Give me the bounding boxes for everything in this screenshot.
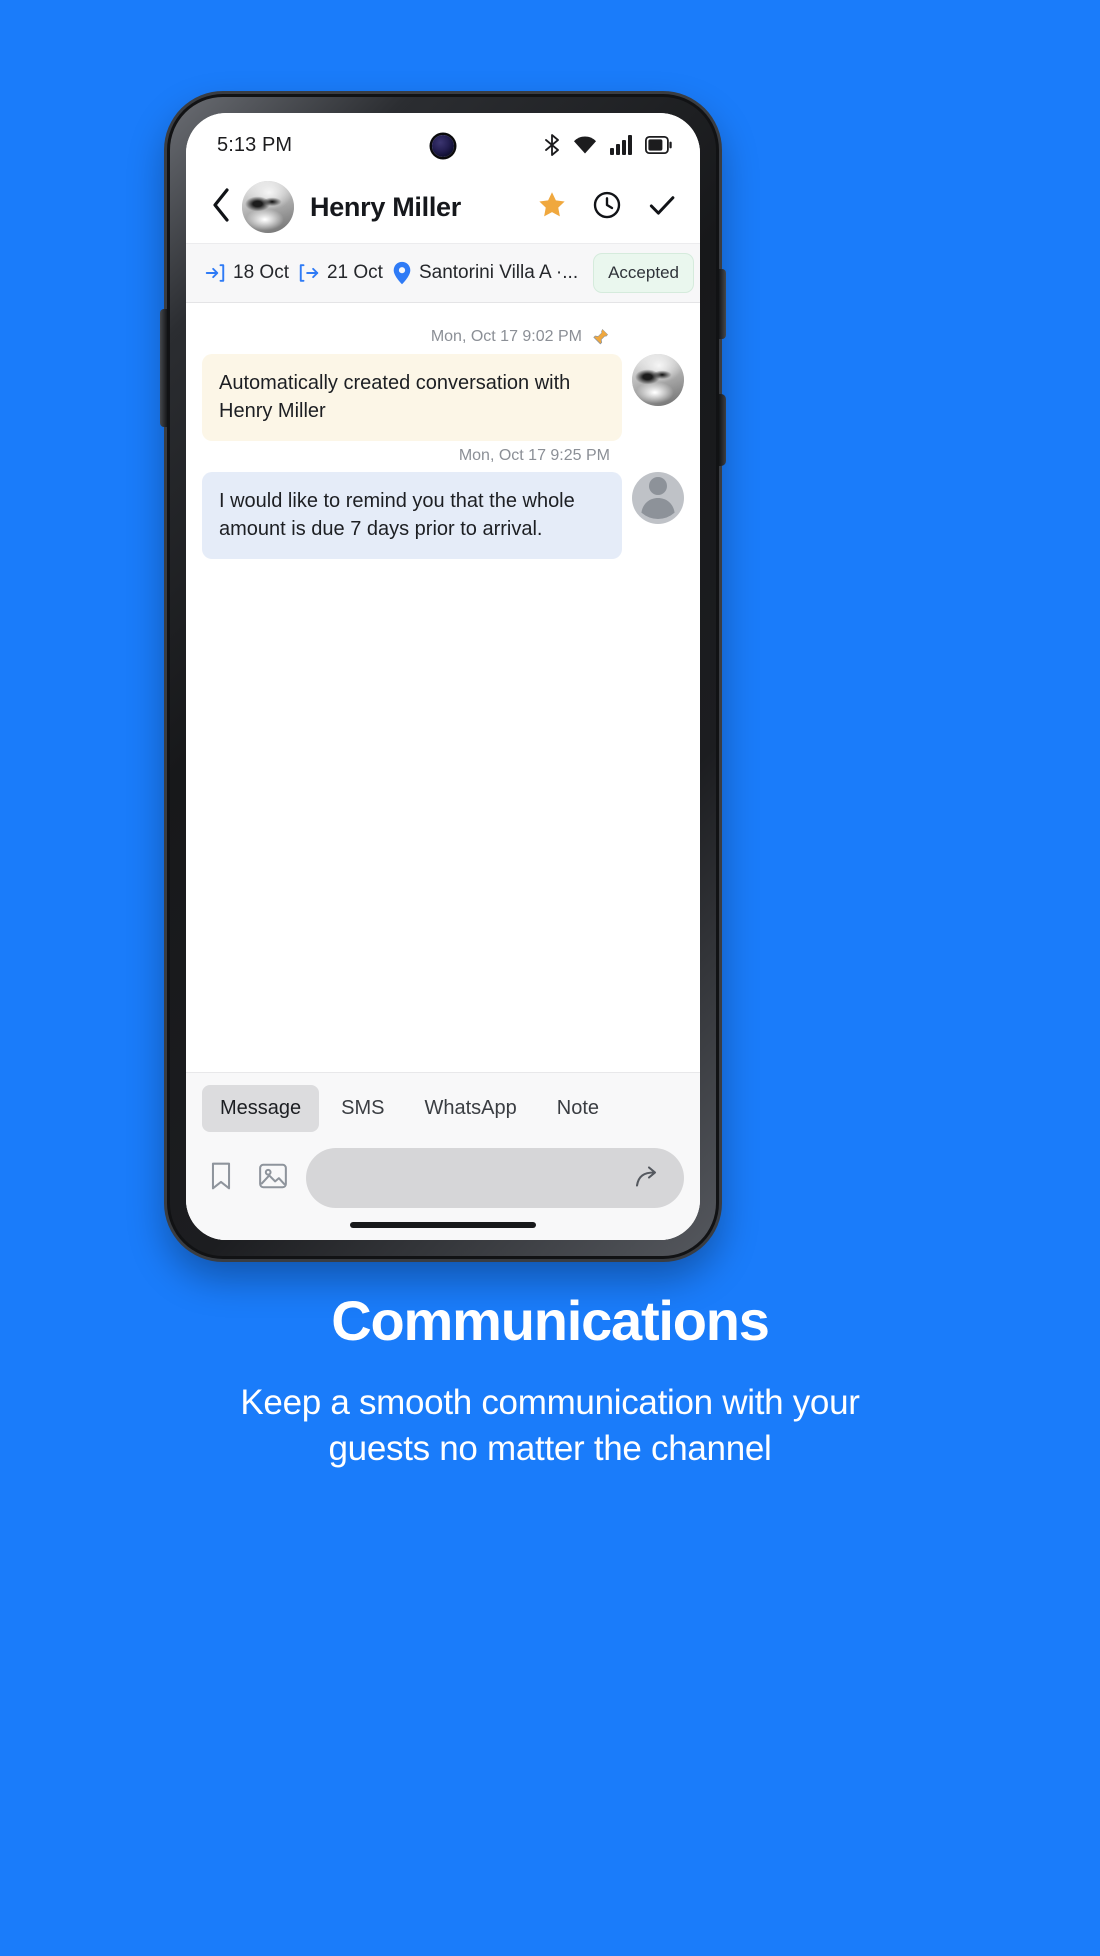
power-button[interactable] xyxy=(719,269,726,339)
message-input[interactable] xyxy=(306,1148,684,1208)
status-time: 5:13 PM xyxy=(217,133,293,156)
avatar[interactable] xyxy=(242,181,294,233)
message-bubble[interactable]: Automatically created conversation with … xyxy=(202,354,622,441)
chevron-left-icon xyxy=(211,187,231,227)
home-indicator[interactable] xyxy=(350,1222,536,1228)
tab-note[interactable]: Note xyxy=(539,1085,617,1132)
app-header: Henry Miller xyxy=(186,171,700,243)
message-row: Automatically created conversation with … xyxy=(202,354,684,441)
message-timestamp: Mon, Oct 17 9:25 PM xyxy=(458,446,610,464)
map-pin-icon xyxy=(392,261,412,285)
marketing-subtitle: Keep a smooth communication with your gu… xyxy=(240,1382,860,1468)
front-camera-punch-hole xyxy=(432,135,454,157)
phone-frame: 5:13 PM Henry Miller 18 Oct 21 Oct Santo… xyxy=(160,94,726,1259)
composer: Message SMS WhatsApp Note xyxy=(186,1072,700,1240)
mark-done-button[interactable] xyxy=(646,191,678,223)
message-avatar[interactable] xyxy=(632,354,684,406)
message-item: Mon, Oct 17 9:25 PM I would like to remi… xyxy=(202,447,684,559)
status-bar: 5:13 PM xyxy=(186,113,700,171)
tab-message[interactable]: Message xyxy=(202,1085,320,1132)
attach-image-button[interactable] xyxy=(254,1159,292,1197)
arrow-into-bracket-icon xyxy=(204,262,226,284)
send-arrow-icon[interactable] xyxy=(634,1165,664,1191)
clock-icon xyxy=(592,190,622,225)
history-button[interactable] xyxy=(591,191,623,223)
secondary-side-button[interactable] xyxy=(718,394,726,466)
avatar-photo xyxy=(242,181,294,233)
battery-icon xyxy=(645,136,672,154)
message-avatar[interactable] xyxy=(632,471,684,524)
favorite-button[interactable] xyxy=(536,191,568,223)
message-bubble[interactable]: I would like to remind you that the whol… xyxy=(202,471,622,559)
booking-info-bar[interactable]: 18 Oct 21 Oct Santorini Villa A ·... Acc… xyxy=(186,243,700,303)
check-in-date: 18 Oct xyxy=(233,262,289,283)
check-icon xyxy=(647,190,677,225)
status-badge[interactable]: Accepted xyxy=(593,253,694,293)
location-info[interactable]: Santorini Villa A ·... xyxy=(392,261,578,285)
saved-replies-button[interactable] xyxy=(202,1159,240,1197)
location-name: Santorini Villa A ·... xyxy=(418,262,579,283)
channel-tabs: Message SMS WhatsApp Note xyxy=(202,1085,684,1140)
message-timestamp: Mon, Oct 17 9:02 PM xyxy=(430,328,582,345)
arrow-out-of-bracket-icon xyxy=(298,262,320,284)
composer-row xyxy=(202,1140,684,1222)
message-row: I would like to remind you that the whol… xyxy=(202,471,684,559)
message-item: Mon, Oct 17 9:02 PM Automatically create… xyxy=(202,327,684,441)
message-meta: Mon, Oct 17 9:25 PM xyxy=(202,447,684,465)
image-icon xyxy=(258,1162,288,1195)
cellular-signal-icon xyxy=(610,135,632,155)
header-actions xyxy=(536,191,678,223)
default-user-avatar-icon xyxy=(632,472,684,524)
conversation-list[interactable]: Mon, Oct 17 9:02 PM Automatically create… xyxy=(186,303,700,1072)
tab-sms[interactable]: SMS xyxy=(323,1085,402,1132)
check-in-info[interactable]: 18 Oct xyxy=(204,262,289,284)
bluetooth-icon xyxy=(544,134,560,156)
pushpin-icon[interactable] xyxy=(590,327,610,347)
volume-button[interactable] xyxy=(160,309,167,427)
home-indicator-area xyxy=(202,1222,684,1240)
star-icon xyxy=(537,190,567,225)
phone-screen: 5:13 PM Henry Miller 18 Oct 21 Oct Santo… xyxy=(186,113,700,1240)
wifi-icon xyxy=(573,135,597,155)
marketing-copy: Communications Keep a smooth communicati… xyxy=(0,1290,1100,1472)
status-icons xyxy=(544,134,672,156)
check-out-date: 21 Oct xyxy=(326,262,383,283)
marketing-title: Communications xyxy=(331,1289,770,1352)
avatar-photo xyxy=(632,354,684,406)
bookmark-icon xyxy=(208,1161,234,1196)
check-out-info[interactable]: 21 Oct xyxy=(298,262,383,284)
page-title: Henry Miller xyxy=(310,191,461,222)
message-meta: Mon, Oct 17 9:02 PM xyxy=(202,327,684,347)
back-button[interactable] xyxy=(204,187,238,227)
tab-whatsapp[interactable]: WhatsApp xyxy=(407,1085,535,1132)
